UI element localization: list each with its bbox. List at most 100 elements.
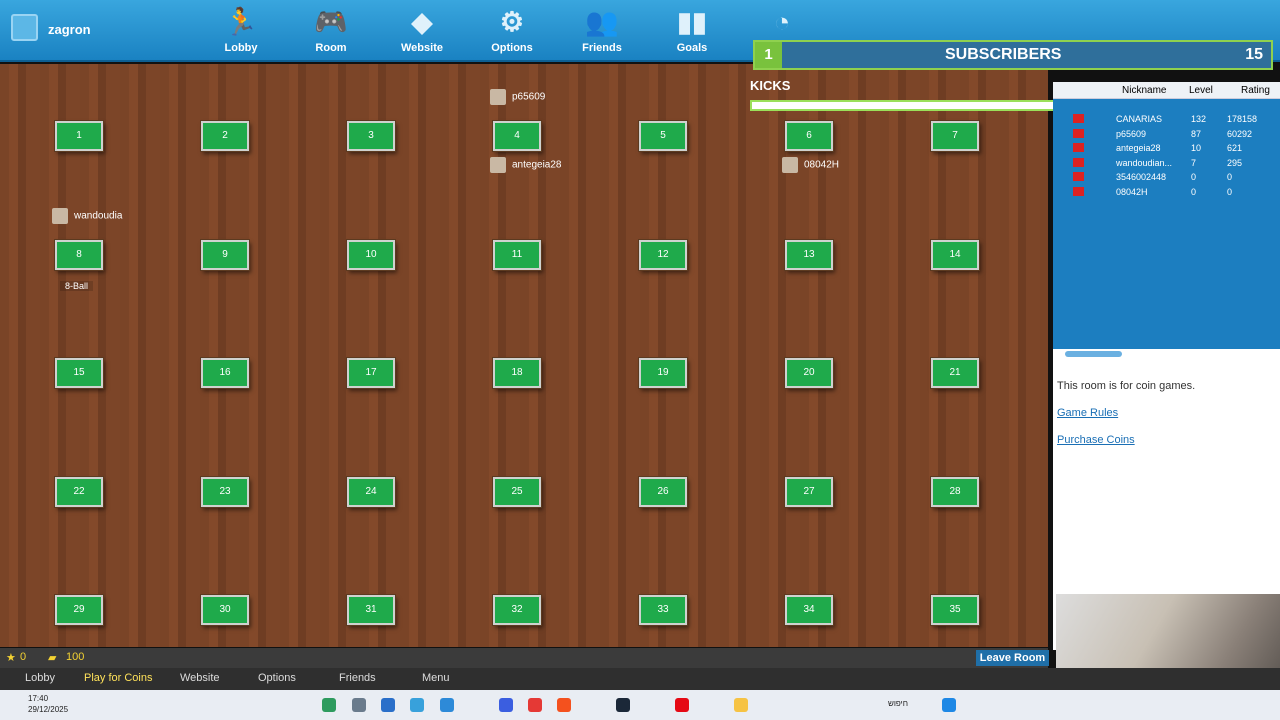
nav-goals[interactable]: ▮▮ Goals — [657, 4, 727, 54]
row-level: 10 — [1191, 143, 1202, 154]
player-tag[interactable]: p65609 — [490, 89, 545, 105]
nav-room[interactable]: 🎮 Room — [296, 4, 366, 54]
player-list-row[interactable]: CANARIAS 132 178158 — [1053, 113, 1280, 127]
player-tag[interactable]: wandoudia — [52, 208, 122, 224]
pool-table-25[interactable]: 25 — [493, 477, 541, 507]
nav-clock[interactable]: ◔ — [747, 4, 817, 42]
game-rules-link[interactable]: Game Rules — [1057, 407, 1118, 419]
player-tag[interactable]: antegeia28 — [490, 157, 562, 173]
pool-table-11[interactable]: 11 — [493, 240, 541, 270]
pool-table-24[interactable]: 24 — [347, 477, 395, 507]
pool-table-7[interactable]: 7 — [931, 121, 979, 151]
pool-table-3[interactable]: 3 — [347, 121, 395, 151]
telegram-icon[interactable] — [440, 698, 454, 712]
kicks-label: KICKS — [750, 78, 791, 93]
pool-table-35[interactable]: 35 — [931, 595, 979, 625]
app-icon[interactable] — [322, 698, 336, 712]
pool-table-4[interactable]: 4 — [493, 121, 541, 151]
pool-table-34[interactable]: 34 — [785, 595, 833, 625]
pool-table-9[interactable]: 9 — [201, 240, 249, 270]
pool-table-28[interactable]: 28 — [931, 477, 979, 507]
player-list-row[interactable]: wandoudian... 7 295 — [1053, 156, 1280, 171]
pool-table-27[interactable]: 27 — [785, 477, 833, 507]
player-list-row[interactable]: 3546002448 0 0 — [1053, 171, 1280, 186]
pool-table-30[interactable]: 30 — [201, 595, 249, 625]
app-icon[interactable] — [410, 698, 424, 712]
search-box[interactable]: חיפוש — [888, 699, 908, 708]
app-icon[interactable] — [381, 698, 395, 712]
flag-icon — [1073, 187, 1084, 196]
pool-table-12[interactable]: 12 — [639, 240, 687, 270]
pool-table-16[interactable]: 16 — [201, 358, 249, 388]
player-tag[interactable]: 08042H — [782, 157, 839, 173]
avatar — [490, 157, 506, 173]
leave-room-button[interactable]: Leave Room — [976, 650, 1049, 666]
flag-icon — [1073, 114, 1084, 123]
pool-table-6[interactable]: 6 — [785, 121, 833, 151]
netflix-icon[interactable] — [675, 698, 689, 712]
menu-options[interactable]: Options — [258, 672, 296, 684]
pool-table-23[interactable]: 23 — [201, 477, 249, 507]
row-rating: 621 — [1227, 143, 1243, 154]
pool-table-15[interactable]: 15 — [55, 358, 103, 388]
clock-icon: ◔ — [773, 7, 791, 37]
pool-table-8[interactable]: 8 — [55, 240, 103, 270]
nav-lobby[interactable]: 🏃 Lobby — [206, 4, 276, 54]
row-level: 132 — [1191, 114, 1207, 124]
pool-table-2[interactable]: 2 — [201, 121, 249, 151]
pool-table-17[interactable]: 17 — [347, 358, 395, 388]
status-bar: ★ 0 ▰ 100 — [0, 648, 1048, 668]
menu-play-for-coins[interactable]: Play for Coins — [84, 672, 152, 684]
folder-icon[interactable] — [734, 698, 748, 712]
room-floor — [0, 64, 1048, 647]
player-list-row[interactable]: antegeia28 10 621 — [1053, 142, 1280, 157]
brave-icon[interactable] — [557, 698, 571, 712]
row-rating: 178158 — [1227, 114, 1258, 124]
pool-table-1[interactable]: 1 — [55, 121, 103, 151]
row-level: 7 — [1191, 157, 1197, 168]
settings-icon[interactable] — [352, 698, 366, 712]
player-list-row[interactable]: 08042H 0 0 — [1053, 186, 1280, 200]
menu-lobby[interactable]: Lobby — [25, 672, 55, 684]
pool-table-10[interactable]: 10 — [347, 240, 395, 270]
avatar — [52, 208, 68, 224]
room-description: This room is for coin games. — [1057, 380, 1196, 392]
pool-table-32[interactable]: 32 — [493, 595, 541, 625]
row-nickname: 3546002448 — [1116, 172, 1167, 183]
pool-table-22[interactable]: 22 — [55, 477, 103, 507]
player-list-row[interactable]: p65609 87 60292 — [1053, 127, 1280, 142]
steam-icon[interactable] — [616, 698, 630, 712]
row-nickname: antegeia28 — [1116, 143, 1161, 154]
scrollbar[interactable] — [1065, 351, 1122, 357]
purchase-coins-link[interactable]: Purchase Coins — [1057, 434, 1135, 446]
pool-table-33[interactable]: 33 — [639, 595, 687, 625]
runner-icon: 🏃 — [224, 7, 258, 37]
menu-menu[interactable]: Menu — [422, 672, 450, 684]
windows-start-icon[interactable] — [942, 698, 956, 712]
row-level: 0 — [1191, 187, 1197, 197]
headset-icon[interactable] — [499, 698, 513, 712]
pool-table-31[interactable]: 31 — [347, 595, 395, 625]
windows-taskbar: 17:40 29/12/2025 חיפוש — [0, 690, 1280, 720]
nav-options[interactable]: ⚙ Options — [477, 4, 547, 54]
nav-website[interactable]: ◆ Website — [387, 4, 457, 54]
column-nickname[interactable]: Nickname — [1122, 85, 1166, 96]
pool-table-13[interactable]: 13 — [785, 240, 833, 270]
youtube-icon[interactable] — [528, 698, 542, 712]
menu-website[interactable]: Website — [180, 672, 220, 684]
pool-table-21[interactable]: 21 — [931, 358, 979, 388]
column-level[interactable]: Level — [1189, 85, 1213, 96]
app-logo — [11, 14, 38, 41]
subscribers-count: 15 — [1245, 46, 1263, 63]
pool-table-14[interactable]: 14 — [931, 240, 979, 270]
pool-table-5[interactable]: 5 — [639, 121, 687, 151]
column-rating[interactable]: Rating — [1241, 85, 1270, 96]
pool-table-18[interactable]: 18 — [493, 358, 541, 388]
nav-friends[interactable]: 👥 Friends — [567, 4, 637, 54]
pool-table-26[interactable]: 26 — [639, 477, 687, 507]
goals-icon: ▮▮ — [677, 7, 707, 37]
pool-table-20[interactable]: 20 — [785, 358, 833, 388]
pool-table-29[interactable]: 29 — [55, 595, 103, 625]
menu-friends[interactable]: Friends — [339, 672, 376, 684]
pool-table-19[interactable]: 19 — [639, 358, 687, 388]
